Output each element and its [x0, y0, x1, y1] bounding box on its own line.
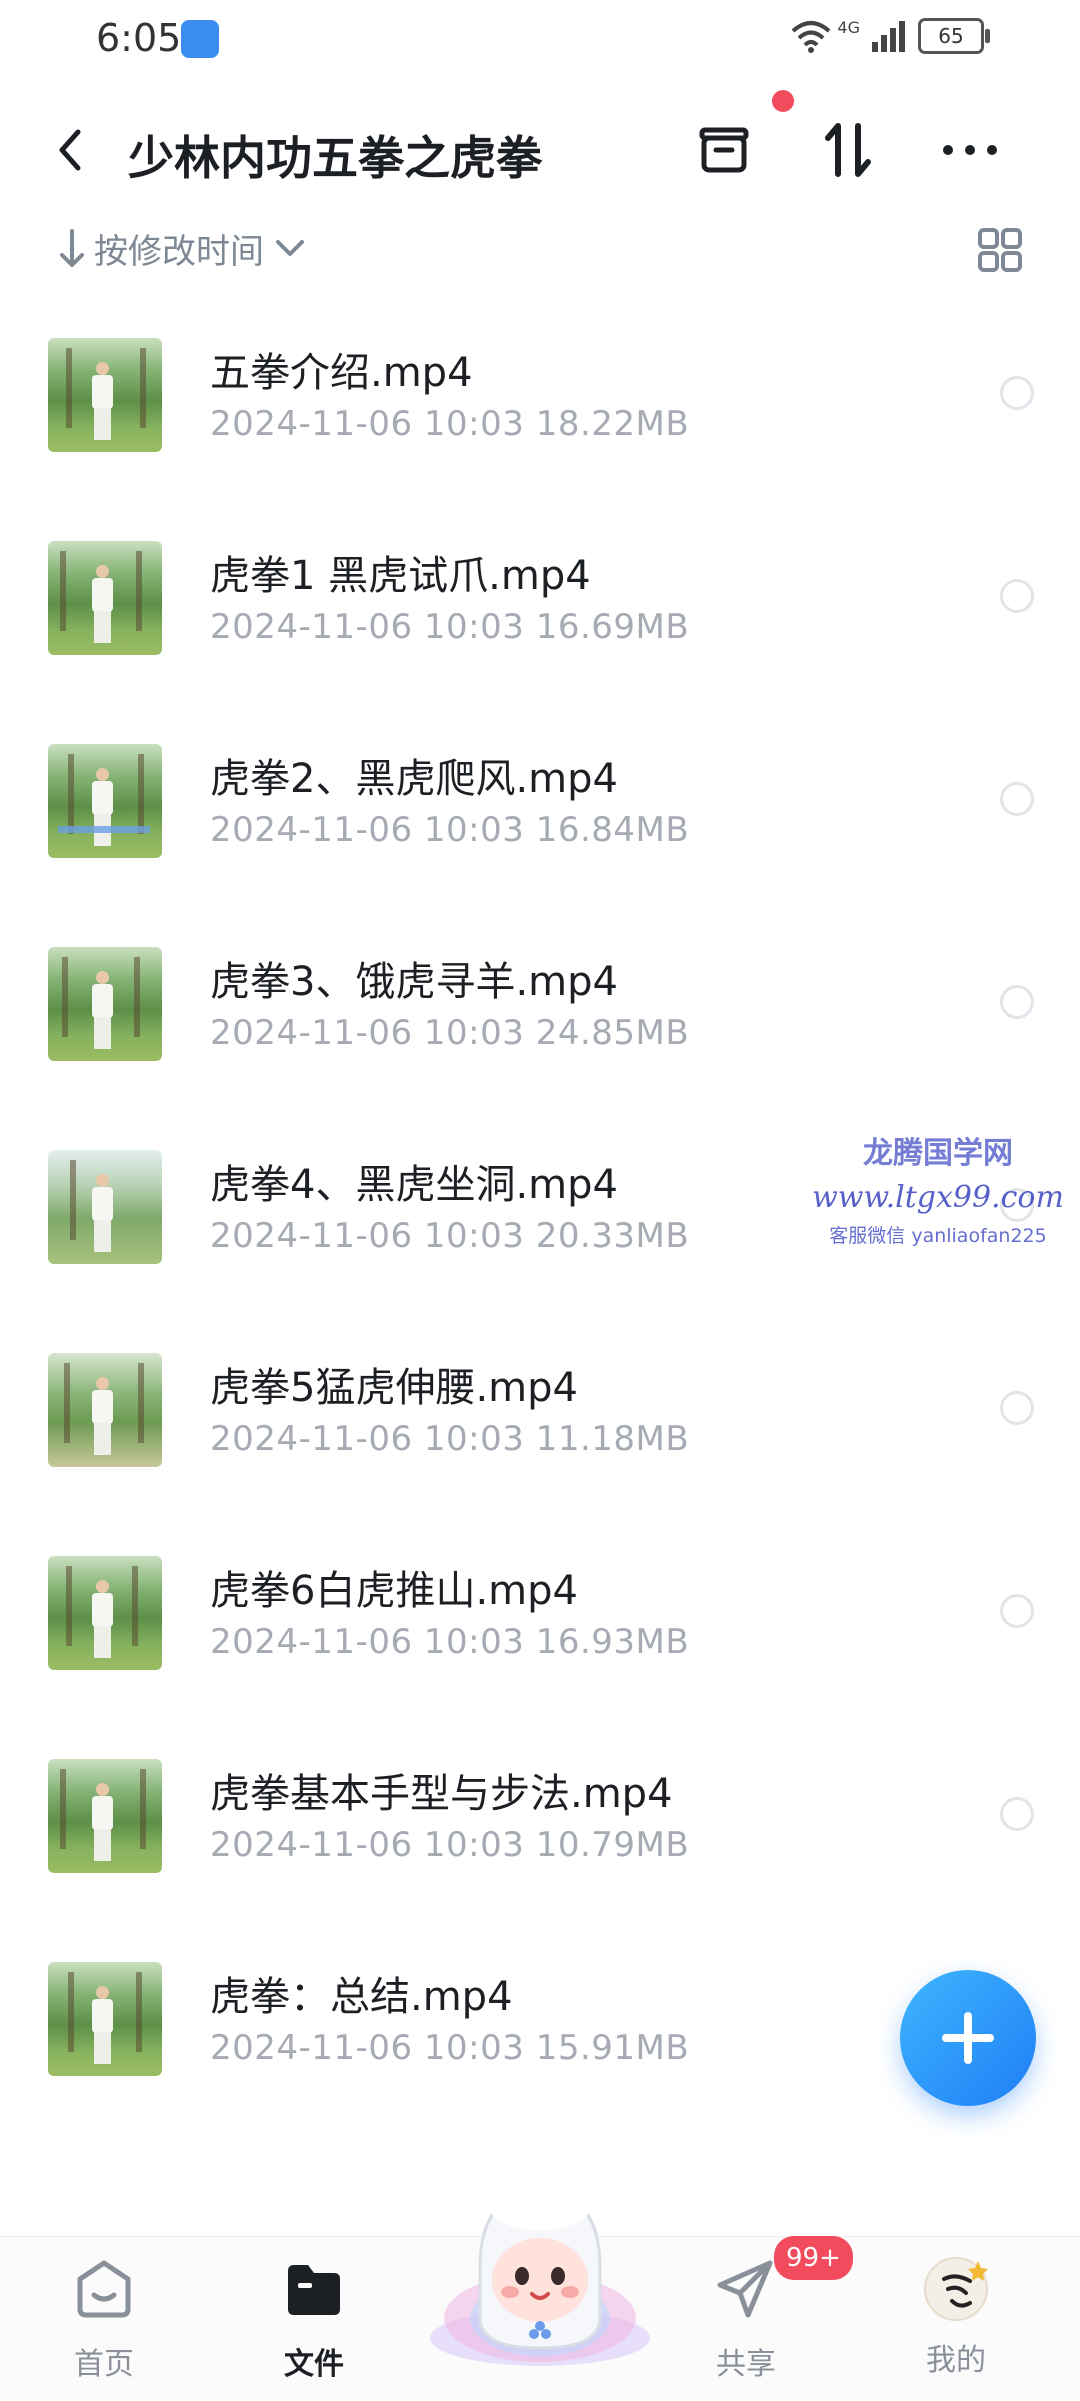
- video-thumbnail: [48, 1353, 162, 1467]
- watermark: 龙腾国学网 www.ltgx99.com 客服微信 yanliaofan225: [808, 1128, 1068, 1248]
- list-item[interactable]: 虎拳1 黑虎试爪.mp4 2024-11-06 10:03 16.69MB: [0, 521, 1080, 724]
- select-checkbox[interactable]: [1000, 985, 1034, 1019]
- home-icon: [77, 2260, 131, 2318]
- notification-dot: [772, 90, 794, 112]
- sort-selector[interactable]: 按修改时间: [58, 224, 308, 273]
- file-name: 虎拳2、黑虎爬风.mp4: [210, 756, 618, 802]
- nav-label: 文件: [284, 2347, 344, 2382]
- file-name: 五拳介绍.mp4: [210, 350, 473, 396]
- status-icons: 4G 65: [791, 18, 990, 54]
- avatar: [924, 2257, 988, 2321]
- paper-plane-icon: [717, 2260, 773, 2318]
- wifi-icon: [792, 21, 831, 53]
- select-checkbox[interactable]: [1000, 579, 1034, 613]
- file-meta: 2024-11-06 10:03 16.69MB: [210, 607, 690, 647]
- nav-label: 共享: [716, 2347, 776, 2382]
- nav-label: 我的: [926, 2343, 986, 2378]
- header: 少林内功五拳之虎拳: [0, 90, 1080, 200]
- nav-label: 首页: [74, 2347, 134, 2382]
- back-arrow-icon[interactable]: [50, 122, 90, 178]
- more-icon[interactable]: [938, 118, 1002, 182]
- watermark-contact: 客服微信 yanliaofan225: [829, 1225, 1047, 1247]
- select-checkbox[interactable]: [1000, 782, 1034, 816]
- file-name: 虎拳：总结.mp4: [210, 1974, 513, 2020]
- status-bar: 6:05 4G 65: [0, 0, 1080, 80]
- video-thumbnail: [48, 947, 162, 1061]
- grid-view-icon[interactable]: [978, 228, 1022, 272]
- file-name: 虎拳1 黑虎试爪.mp4: [210, 553, 591, 599]
- list-item[interactable]: 虎拳2、黑虎爬风.mp4 2024-11-06 10:03 16.84MB: [0, 724, 1080, 927]
- select-checkbox[interactable]: [1000, 1391, 1034, 1425]
- nav-files[interactable]: 文件: [244, 2257, 384, 2383]
- status-time: 6:05: [96, 16, 182, 60]
- video-thumbnail: [48, 1150, 162, 1264]
- battery-icon: 65: [918, 18, 990, 54]
- share-badge: 99+: [774, 2236, 853, 2280]
- video-thumbnail: [48, 744, 162, 858]
- file-name: 虎拳4、黑虎坐洞.mp4: [210, 1162, 618, 1208]
- select-checkbox[interactable]: [1000, 376, 1034, 410]
- video-thumbnail: [48, 1556, 162, 1670]
- add-button[interactable]: [900, 1970, 1036, 2106]
- file-meta: 2024-11-06 10:03 24.85MB: [210, 1013, 690, 1053]
- file-meta: 2024-11-06 10:03 10.79MB: [210, 1825, 690, 1865]
- nav-home[interactable]: 首页: [34, 2257, 174, 2383]
- file-meta: 2024-11-06 10:03 16.93MB: [210, 1622, 690, 1662]
- network-type: 4G: [837, 18, 860, 37]
- list-item[interactable]: 五拳介绍.mp4 2024-11-06 10:03 18.22MB: [0, 318, 1080, 521]
- file-meta: 2024-11-06 10:03 16.84MB: [210, 810, 690, 850]
- app-notification-icon: [181, 20, 219, 58]
- sort-label: 按修改时间: [94, 232, 264, 272]
- file-meta: 2024-11-06 10:03 20.33MB: [210, 1216, 690, 1256]
- file-meta: 2024-11-06 10:03 15.91MB: [210, 2028, 690, 2068]
- video-thumbnail: [48, 1759, 162, 1873]
- arrow-down-icon: [60, 228, 84, 267]
- file-name: 虎拳6白虎推山.mp4: [210, 1568, 578, 1614]
- calligraphy-avatar-icon: [942, 2261, 988, 2308]
- transfer-list-icon[interactable]: [692, 118, 756, 182]
- select-checkbox[interactable]: [1000, 1797, 1034, 1831]
- mascot-assistant-icon[interactable]: [424, 2168, 656, 2368]
- nav-mine[interactable]: 我的: [886, 2257, 1026, 2379]
- signal-icon: [872, 21, 905, 52]
- file-meta: 2024-11-06 10:03 11.18MB: [210, 1419, 690, 1459]
- page-title: 少林内功五拳之虎拳: [128, 131, 542, 185]
- list-item[interactable]: 虎拳6白虎推山.mp4 2024-11-06 10:03 16.93MB: [0, 1536, 1080, 1739]
- video-thumbnail: [48, 338, 162, 452]
- list-item[interactable]: 虎拳基本手型与步法.mp4 2024-11-06 10:03 10.79MB: [0, 1739, 1080, 1942]
- folder-icon: [288, 2265, 340, 2315]
- video-thumbnail: [48, 1962, 162, 2076]
- select-checkbox[interactable]: [1000, 1594, 1034, 1628]
- file-name: 虎拳3、饿虎寻羊.mp4: [210, 959, 618, 1005]
- list-item[interactable]: 虎拳3、饿虎寻羊.mp4 2024-11-06 10:03 24.85MB: [0, 927, 1080, 1130]
- file-meta: 2024-11-06 10:03 18.22MB: [210, 404, 690, 444]
- sort-order-icon[interactable]: [816, 118, 880, 182]
- file-name: 虎拳5猛虎伸腰.mp4: [210, 1365, 578, 1411]
- file-name: 虎拳基本手型与步法.mp4: [210, 1771, 673, 1817]
- watermark-url: www.ltgx99.com: [812, 1180, 1064, 1215]
- video-thumbnail: [48, 541, 162, 655]
- chevron-down-icon: [276, 239, 304, 256]
- watermark-title: 龙腾国学网: [863, 1136, 1013, 1171]
- list-item[interactable]: 虎拳5猛虎伸腰.mp4 2024-11-06 10:03 11.18MB: [0, 1333, 1080, 1536]
